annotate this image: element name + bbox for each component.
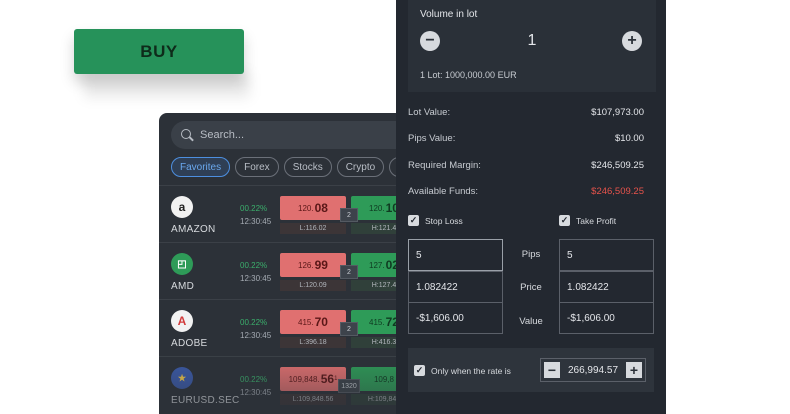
row-time: 12:30:45 [240,217,272,226]
row-symbol: ADOBE [171,338,208,349]
row-change: 00.22% [240,204,268,213]
bid-price-button[interactable]: 109,848. 56 1 [280,367,346,391]
spread-badge: 2 [340,322,358,336]
bid-price-main: 08 [314,201,328,215]
row-time: 12:30:45 [240,274,272,283]
trading-ui-screen: BUY Favorites Forex Stocks Crypto Con a … [0,0,790,414]
info-lot-value: Lot Value: $107,973.00 [408,107,644,118]
order-panel: Volume in lot − 1 + 1 Lot: 1000,000.00 E… [396,0,666,414]
row-low: L:120.09 [280,280,346,291]
category-tabs: Favorites Forex Stocks Crypto Con [171,157,409,177]
info-available-funds: Available Funds: $246,509.25 [408,186,644,197]
tab-stocks[interactable]: Stocks [283,157,332,177]
info-key: Pips Value: [408,133,456,144]
row-low: L:396.18 [280,337,346,348]
take-profit-label: Take Profit [576,216,617,226]
stop-loss-label: Stop Loss [425,216,463,226]
row-change: 00.22% [240,261,268,270]
row-symbol: AMD [171,281,195,292]
bid-price-main: 56 [320,372,335,386]
bid-price-prefix: 415. [298,317,314,327]
bid-price-button[interactable]: 120. 08 [280,196,346,220]
rate-condition-checkbox[interactable]: ✓ [414,365,425,376]
pips-label: Pips [521,249,541,260]
volume-value[interactable]: 1 [408,32,656,50]
ask-price-prefix: 120. [369,203,385,213]
take-profit-checkbox[interactable]: ✓ [559,215,570,226]
row-symbol: EURUSD.SEC [171,395,240,406]
info-value: $10.00 [614,133,644,144]
tab-forex[interactable]: Forex [235,157,279,177]
take-profit-price-input[interactable]: 1.082422 [559,271,654,303]
row-low: L:109,848.56 [280,394,346,405]
info-value: $246,509.25 [591,160,644,171]
watchlist-row-amazon[interactable]: a AMAZON 00.22% 12:30:45 120. 08 120. 10 2… [159,185,409,242]
info-key: Lot Value: [408,107,451,118]
rate-increase-button[interactable]: + [626,362,642,378]
bid-price-main: 70 [314,315,328,329]
bid-price-button[interactable]: 415. 70 [280,310,346,334]
volume-box: Volume in lot − 1 + 1 Lot: 1000,000.00 E… [408,0,656,92]
info-key: Available Funds: [408,186,479,197]
take-profit-value-input[interactable]: -$1,606.00 [559,302,654,334]
info-required-margin: Required Margin: $246,509.25 [408,160,644,171]
buy-button-shadow [84,72,250,98]
info-value: $107,973.00 [591,107,644,118]
ask-price-prefix: 415. [369,317,385,327]
watchlist-panel: Favorites Forex Stocks Crypto Con a AMAZ… [159,113,409,414]
tab-favorites[interactable]: Favorites [171,157,231,177]
value-label: Value [519,316,543,327]
row-time: 12:30:45 [240,331,272,340]
info-pips-value: Pips Value: $10.00 [408,133,644,144]
search-input[interactable] [200,129,390,141]
amd-logo-icon: ◰ [171,253,193,275]
amazon-logo-icon: a [171,196,193,218]
volume-increase-button[interactable]: + [622,31,642,51]
price-label: Price [520,282,542,293]
info-value: $246,509.25 [591,186,644,197]
stop-loss-price-input[interactable]: 1.082422 [408,271,503,303]
row-low: L:116.02 [280,223,346,234]
lot-info: 1 Lot: 1000,000.00 EUR [420,70,517,80]
bid-price-prefix: 109,848. [288,374,320,384]
rate-decrease-button[interactable]: − [544,362,560,378]
rate-value[interactable]: 266,994.57 [568,365,618,376]
rate-stepper: − 266,994.57 + [540,358,646,382]
spread-badge: 2 [340,265,358,279]
tab-crypto[interactable]: Crypto [336,157,385,177]
eu-us-flags-icon: ★ [171,367,193,389]
take-profit-pips-input[interactable]: 5 [559,239,654,271]
bid-price-pip: 1 [334,376,338,382]
info-key: Required Margin: [408,160,481,171]
bid-price-prefix: 126. [298,260,314,270]
bid-price-prefix: 120. [298,203,314,213]
adobe-logo-icon: A [171,310,193,332]
ask-price-prefix: 109,8 [373,374,395,384]
search-icon [181,128,194,142]
watchlist-row-eurusd[interactable]: ★ EURUSD.SEC 00.22% 12:30:45 109,848. 56 1… [159,356,409,413]
stop-loss-value-input[interactable]: -$1,606.00 [408,302,503,334]
search-bar[interactable] [171,121,409,149]
watchlist-row-amd[interactable]: ◰ AMD 00.22% 12:30:45 126. 99 127. 02 2 L:… [159,242,409,299]
stop-loss-pips-input[interactable]: 5 [408,239,503,271]
watchlist-row-adobe[interactable]: A ADOBE 00.22% 12:30:45 415. 70 415. 72 2 … [159,299,409,356]
spread-badge: 1320 [338,379,360,393]
volume-label: Volume in lot [420,9,478,20]
row-time: 12:30:45 [240,388,272,397]
row-change: 00.22% [240,318,268,327]
row-change: 00.22% [240,375,268,384]
buy-button[interactable]: BUY [74,29,244,74]
bid-price-main: 99 [314,258,328,272]
rate-condition-label: Only when the rate is [431,366,511,376]
stop-loss-checkbox[interactable]: ✓ [408,215,419,226]
row-symbol: AMAZON [171,224,216,235]
ask-price-prefix: 127. [369,260,385,270]
spread-badge: 2 [340,208,358,222]
bid-price-button[interactable]: 126. 99 [280,253,346,277]
